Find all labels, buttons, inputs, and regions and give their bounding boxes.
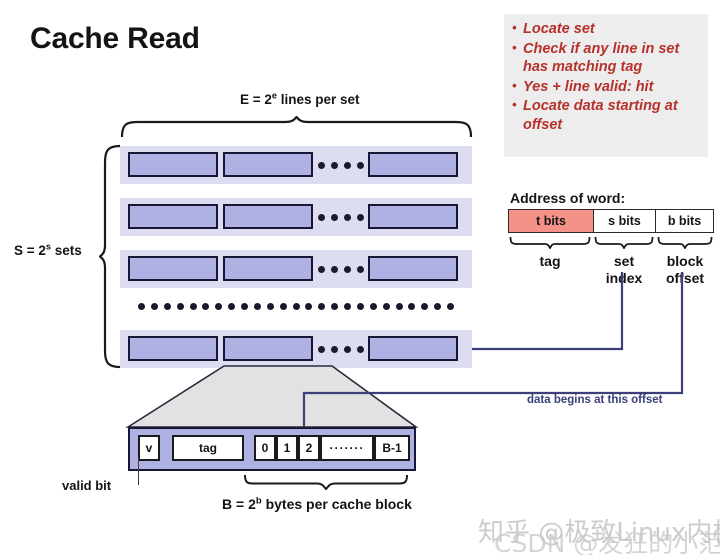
row-ellipsis-dots [318,264,364,274]
bytes-label-prefix: B = 2 [222,496,256,512]
tag-cell: tag [172,435,244,461]
caption-set-index: set index [594,253,654,287]
caption-block-offset-line1: block [666,253,704,269]
sets-label-suffix: sets [51,243,82,258]
cache-set-row-selected [120,330,472,368]
cache-line-box [128,336,218,361]
cache-line-box [223,256,313,281]
byte-cell-2: 2 [298,435,320,461]
address-field-block-bits: b bits [655,210,713,232]
block-bytes-brace [244,474,408,490]
row-ellipsis-dots [318,344,364,354]
bytes-per-block-label: B = 2b bytes per cache block [222,496,412,512]
tag-brace [509,236,591,249]
byte-cell-1: 1 [276,435,298,461]
cache-block-detail: v tag 0 1 2 ······· B-1 [128,427,416,471]
cache-line-box [368,336,458,361]
cache-line-box [128,256,218,281]
byte-cells-ellipsis: ······· [320,435,374,461]
cache-set-row [120,146,472,184]
slide-canvas: Cache Read Locate set Check if any line … [0,0,720,555]
lines-label-suffix: lines per set [277,92,360,107]
byte-cell-0: 0 [254,435,276,461]
set-index-brace [594,236,654,249]
byte-cell-last: B-1 [374,435,410,461]
cache-line-box [368,152,458,177]
step-item-4: Locate data starting at offset [512,96,704,134]
cache-line-box [368,256,458,281]
lines-per-set-label: E = 2e lines per set [240,91,360,107]
sets-ellipsis-dots [138,300,454,312]
cache-line-box [223,204,313,229]
cache-line-box-selected [223,336,313,361]
caption-block-offset: block offset [653,253,717,287]
sets-label: S = 2s sets [14,242,82,258]
caption-set-index-line2: index [605,270,643,286]
page-title: Cache Read [30,22,200,55]
bytes-label-suffix: bytes per cache block [261,496,412,512]
cache-read-steps-callout: Locate set Check if any line in set has … [504,14,708,157]
valid-bit-cell: v [138,435,160,461]
row-ellipsis-dots [318,160,364,170]
valid-bit-label: valid bit [62,478,112,493]
cache-line-box [368,204,458,229]
steps-list: Locate set Check if any line in set has … [512,19,704,134]
caption-set-index-line1: set [613,253,635,269]
lines-label-prefix: E = 2 [240,92,272,107]
cache-line-box [128,152,218,177]
sets-brace [99,144,121,369]
cache-line-box [223,152,313,177]
row-ellipsis-dots [318,212,364,222]
zoom-funnel-shape [125,365,419,428]
data-offset-note: data begins at this offset [527,394,663,406]
block-offset-brace [657,236,713,249]
lines-per-set-brace [120,116,473,138]
address-field-tag-bits: t bits [509,210,593,232]
cache-set-row [120,250,472,288]
step-item-1: Locate set [512,19,704,39]
address-of-word-title: Address of word: [510,190,626,206]
step-item-3: Yes + line valid: hit [512,77,704,97]
cache-line-box [128,204,218,229]
address-bit-fields: t bits s bits b bits [508,209,714,233]
sets-label-prefix: S = 2 [14,243,46,258]
step-item-2: Check if any line in set has matching ta… [512,39,704,77]
cache-set-row [120,198,472,236]
caption-block-offset-line2: offset [665,270,705,286]
address-field-set-bits: s bits [593,210,655,232]
valid-bit-leader-line [138,457,139,485]
csdn-watermark: CSDN @发狂的小范 [494,529,720,555]
caption-tag: tag [539,253,561,269]
